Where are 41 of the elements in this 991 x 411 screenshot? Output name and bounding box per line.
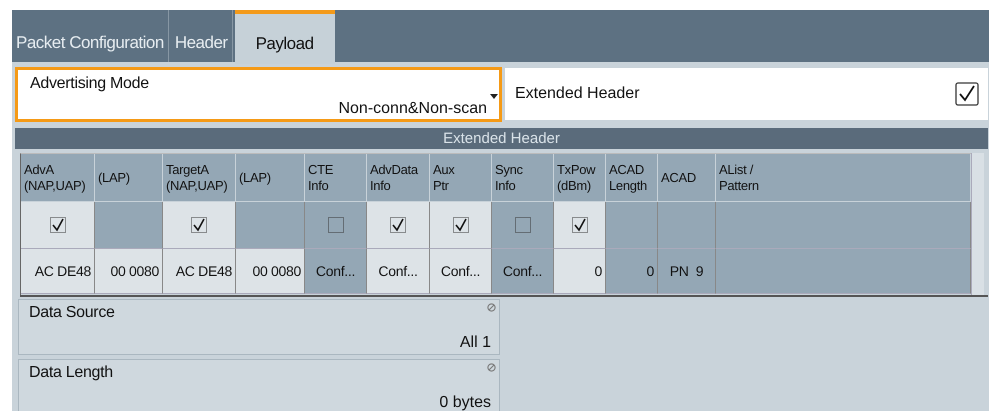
checkbox[interactable] <box>452 217 468 233</box>
column-header: ACAD Length <box>606 154 658 202</box>
column-header: AList / Pattern <box>716 154 971 202</box>
caret-icon <box>490 94 498 99</box>
checkbox[interactable] <box>328 217 344 233</box>
tab[interactable]: Payload <box>234 10 335 64</box>
table-cell: 0 <box>554 249 606 294</box>
checkbox[interactable] <box>50 217 66 233</box>
checkbox[interactable] <box>572 217 588 233</box>
scrollbar[interactable] <box>971 153 984 295</box>
table-cell: AC DE48 <box>163 249 236 294</box>
column-header: AdvData Info <box>367 154 430 202</box>
column-header: (LAP) <box>95 154 163 202</box>
read-only-field: Data Source All 1 <box>18 299 500 355</box>
table-cell: PN 9 <box>658 249 716 294</box>
extended-header-toggle[interactable]: Extended Header <box>505 68 988 120</box>
no-entry-icon <box>487 303 496 312</box>
advertising-mode-dropdown[interactable]: Advertising Mode Non-conn&Non-scan <box>15 67 502 122</box>
table-title: Extended Header <box>15 128 988 149</box>
table-cell: 00 0080 <box>95 249 163 294</box>
column-header: ACAD <box>658 154 716 202</box>
checkbox[interactable] <box>191 217 207 233</box>
column-header: Aux Ptr <box>430 154 492 202</box>
column-header: TxPow (dBm) <box>554 154 606 202</box>
configure-button[interactable]: Conf... <box>367 249 430 294</box>
read-only-field: Data Length 0 bytes <box>18 359 500 411</box>
table-cell: 0 <box>606 249 658 294</box>
configure-button[interactable]: Conf... <box>305 249 367 294</box>
column-header: (LAP) <box>236 154 305 202</box>
checkbox[interactable] <box>390 217 406 233</box>
configure-button[interactable]: Conf... <box>492 249 554 294</box>
no-entry-icon <box>487 363 496 372</box>
column-header: Sync Info <box>492 154 554 202</box>
table-cell: 00 0080 <box>236 249 305 294</box>
configure-button[interactable]: Conf... <box>430 249 492 294</box>
checkbox[interactable] <box>955 82 979 106</box>
column-header: CTE Info <box>305 154 367 202</box>
column-header: TargetA (NAP,UAP) <box>163 154 236 202</box>
checkbox[interactable] <box>514 217 530 233</box>
column-header: AdvA (NAP,UAP) <box>21 154 95 202</box>
table-cell: AC DE48 <box>21 249 95 294</box>
